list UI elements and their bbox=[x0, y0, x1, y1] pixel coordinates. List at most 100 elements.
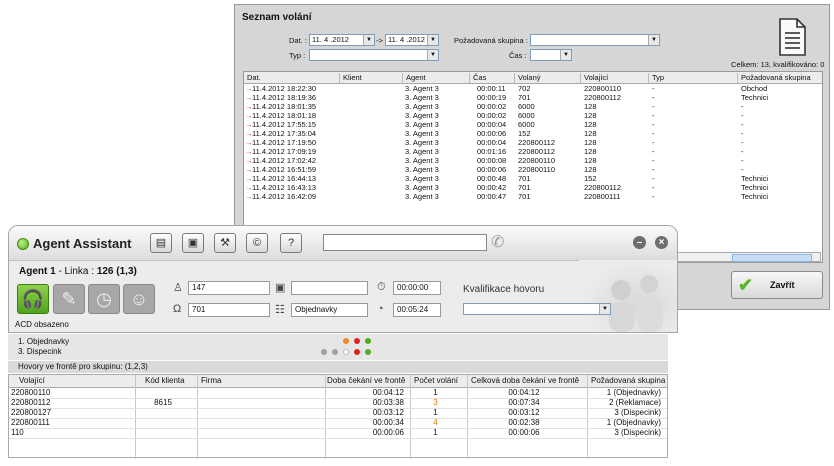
call-cell-called: 220800110 bbox=[518, 156, 555, 165]
queue-cell-count: 1 bbox=[433, 408, 438, 417]
col-header-date[interactable]: Dat. bbox=[244, 73, 261, 83]
mode-wrapup-button[interactable]: ✎ bbox=[53, 284, 85, 314]
date-separator: -> bbox=[376, 36, 383, 45]
call-cell-date: 11.4.2012 17:55:15 bbox=[252, 120, 317, 129]
call-qualification-label: Kvalifikace hovoru bbox=[463, 284, 545, 295]
call-row[interactable]: → 11.4.2012 18:01:18 3. Agent 3 00:00:02 600… bbox=[244, 111, 822, 120]
queue-cell-wait: 00:00:34 bbox=[372, 418, 404, 427]
call-cell-agent: 3. Agent 3 bbox=[405, 129, 439, 138]
qcol-wait[interactable]: Doba čekání ve frontě bbox=[327, 376, 405, 385]
call-row[interactable]: → 11.4.2012 17:02:42 3. Agent 3 00:00:08 220… bbox=[244, 156, 822, 165]
agent-assistant-window: Agent Assistant ▤ ▣ ⚒ © ? ✆ – × Agent 1 … bbox=[8, 225, 678, 333]
headset-icon: 🎧 bbox=[21, 289, 45, 309]
mode-pause-button[interactable]: ◷ bbox=[88, 284, 120, 314]
call-row[interactable]: → 11.4.2012 16:44:13 3. Agent 3 00:00:48 701… bbox=[244, 174, 822, 183]
dropdown-arrow-icon[interactable]: ▼ bbox=[560, 50, 571, 60]
call-cell-time: 00:00:02 bbox=[477, 111, 507, 120]
call-cell-type: - bbox=[652, 120, 655, 129]
queue-cell-wait: 00:03:38 bbox=[372, 398, 404, 407]
date-from-picker[interactable]: 11. 4 .2012 ▼ bbox=[309, 34, 375, 46]
contact-card-button[interactable]: ▣ bbox=[182, 233, 204, 253]
time-filter-select[interactable]: ▼ bbox=[530, 49, 572, 61]
agent-toolbar: Agent Assistant ▤ ▣ ⚒ © ? ✆ – × bbox=[9, 226, 677, 261]
settings-button[interactable]: ⚒ bbox=[214, 233, 236, 253]
queue-row[interactable]: 110 00:00:06 1 00:00:06 3 (Dispecink) bbox=[9, 428, 667, 439]
call-row[interactable]: → 11.4.2012 16:43:13 3. Agent 3 00:00:42 701… bbox=[244, 183, 822, 192]
col-header-type[interactable]: Typ bbox=[648, 73, 664, 83]
status-dot-red bbox=[354, 338, 360, 344]
document-report-icon[interactable] bbox=[777, 18, 807, 56]
dropdown-arrow-icon[interactable]: ▼ bbox=[648, 35, 659, 45]
dropdown-arrow-icon[interactable]: ▼ bbox=[363, 35, 374, 45]
status-dot-green bbox=[365, 349, 371, 355]
queue-cell-group: 1 (Objednavky) bbox=[606, 388, 661, 397]
col-header-called[interactable]: Volaný bbox=[514, 73, 541, 83]
call-cell-type: - bbox=[652, 174, 655, 183]
call-qualification-select[interactable]: ▼ bbox=[463, 303, 611, 315]
client-card-field bbox=[291, 281, 368, 295]
qcol-total-wait[interactable]: Celková doba čekání ve frontě bbox=[471, 376, 579, 385]
dropdown-arrow-icon[interactable]: ▼ bbox=[599, 304, 610, 314]
call-row[interactable]: → 11.4.2012 18:19:36 3. Agent 3 00:00:19 701… bbox=[244, 93, 822, 102]
qcol-group[interactable]: Požadovaná skupina bbox=[591, 376, 665, 385]
col-header-requested-group[interactable]: Požadovaná skupina bbox=[737, 73, 811, 83]
col-header-agent[interactable]: Agent bbox=[402, 73, 426, 83]
person-icon: ☺ bbox=[129, 289, 149, 309]
col-header-caller[interactable]: Volající bbox=[580, 73, 608, 83]
queue-cell-wait: 00:00:06 bbox=[372, 428, 404, 437]
call-row[interactable]: → 11.4.2012 17:35:04 3. Agent 3 00:00:06 152… bbox=[244, 129, 822, 138]
dropdown-arrow-icon[interactable]: ▼ bbox=[427, 35, 438, 45]
call-row[interactable]: → 11.4.2012 17:09:19 3. Agent 3 00:01:16 220… bbox=[244, 147, 822, 156]
about-button[interactable]: © bbox=[246, 233, 268, 253]
call-row[interactable]: → 11.4.2012 18:01:35 3. Agent 3 00:00:02 600… bbox=[244, 102, 822, 111]
call-cell-called: 220800112 bbox=[518, 147, 555, 156]
call-cell-caller: 220800112 bbox=[584, 93, 621, 102]
help-button[interactable]: ? bbox=[280, 233, 302, 253]
status-dot-green bbox=[365, 338, 371, 344]
call-row[interactable]: → 11.4.2012 16:42:09 3. Agent 3 00:00:47 701… bbox=[244, 192, 822, 201]
document-button[interactable]: ▤ bbox=[150, 233, 172, 253]
mode-offline-button[interactable]: ☺ bbox=[123, 284, 155, 314]
call-row[interactable]: → 11.4.2012 16:51:59 3. Agent 3 00:00:06 220… bbox=[244, 165, 822, 174]
queue-cell-group: 2 (Reklamace) bbox=[608, 398, 661, 407]
date-to-picker[interactable]: 11. 4 .2012 ▼ bbox=[385, 34, 439, 46]
dial-input[interactable] bbox=[323, 234, 487, 251]
window-close-button[interactable]: × bbox=[655, 236, 668, 249]
call-row[interactable]: → 11.4.2012 17:55:15 3. Agent 3 00:00:04 600… bbox=[244, 120, 822, 129]
qcol-firm[interactable]: Firma bbox=[201, 376, 221, 385]
call-cell-called: 220800110 bbox=[518, 165, 555, 174]
queue-cell-count: 4 bbox=[433, 418, 438, 427]
call-row[interactable]: → 11.4.2012 18:22:30 3. Agent 3 00:00:11 702… bbox=[244, 84, 822, 93]
call-cell-agent: 3. Agent 3 bbox=[405, 183, 439, 192]
call-row[interactable]: → 11.4.2012 17:19:50 3. Agent 3 00:00:04 220… bbox=[244, 138, 822, 147]
checkmark-icon: ✔ bbox=[738, 275, 754, 295]
agent-groups-panel: 1. Objednavky 3. Dispecink bbox=[8, 334, 668, 360]
qcol-count[interactable]: Počet volání bbox=[414, 376, 458, 385]
queue-cell-count: 3 bbox=[433, 398, 438, 407]
col-header-client[interactable]: Klient bbox=[339, 73, 362, 83]
mode-acd-button[interactable]: 🎧 bbox=[17, 284, 49, 314]
group-filter-select[interactable]: ▼ bbox=[530, 34, 660, 46]
call-cell-caller: 128 bbox=[584, 156, 597, 165]
queue-cell-code: 8615 bbox=[154, 398, 172, 407]
stopwatch-icon: ⏱ bbox=[377, 281, 386, 293]
dropdown-arrow-icon[interactable]: ▼ bbox=[427, 50, 438, 60]
col-header-time[interactable]: Čas bbox=[469, 73, 486, 83]
minimize-button[interactable]: – bbox=[633, 236, 646, 249]
notes-icon: ✎ bbox=[61, 289, 77, 309]
call-cell-called: 6000 bbox=[518, 120, 535, 129]
call-list-header: Dat. Klient Agent Čas Volaný Volající Ty… bbox=[244, 72, 822, 84]
queue-cell-total: 00:03:12 bbox=[508, 408, 540, 417]
wait-time-field: 00:05:24 bbox=[393, 303, 441, 317]
qcol-client-code[interactable]: Kód klienta bbox=[145, 376, 185, 385]
call-cell-group: - bbox=[741, 165, 744, 174]
qcol-caller[interactable]: Volající bbox=[19, 376, 45, 385]
call-cell-type: - bbox=[652, 84, 655, 93]
phone-handset-icon[interactable]: ✆ bbox=[491, 232, 504, 252]
call-cell-agent: 3. Agent 3 bbox=[405, 84, 439, 93]
close-button[interactable]: ✔ Zavřít bbox=[731, 271, 823, 299]
scrollbar-thumb[interactable] bbox=[732, 254, 812, 262]
queue-cell-total: 00:04:12 bbox=[508, 388, 540, 397]
type-filter-select[interactable]: ▼ bbox=[309, 49, 439, 61]
call-cell-type: - bbox=[652, 138, 655, 147]
